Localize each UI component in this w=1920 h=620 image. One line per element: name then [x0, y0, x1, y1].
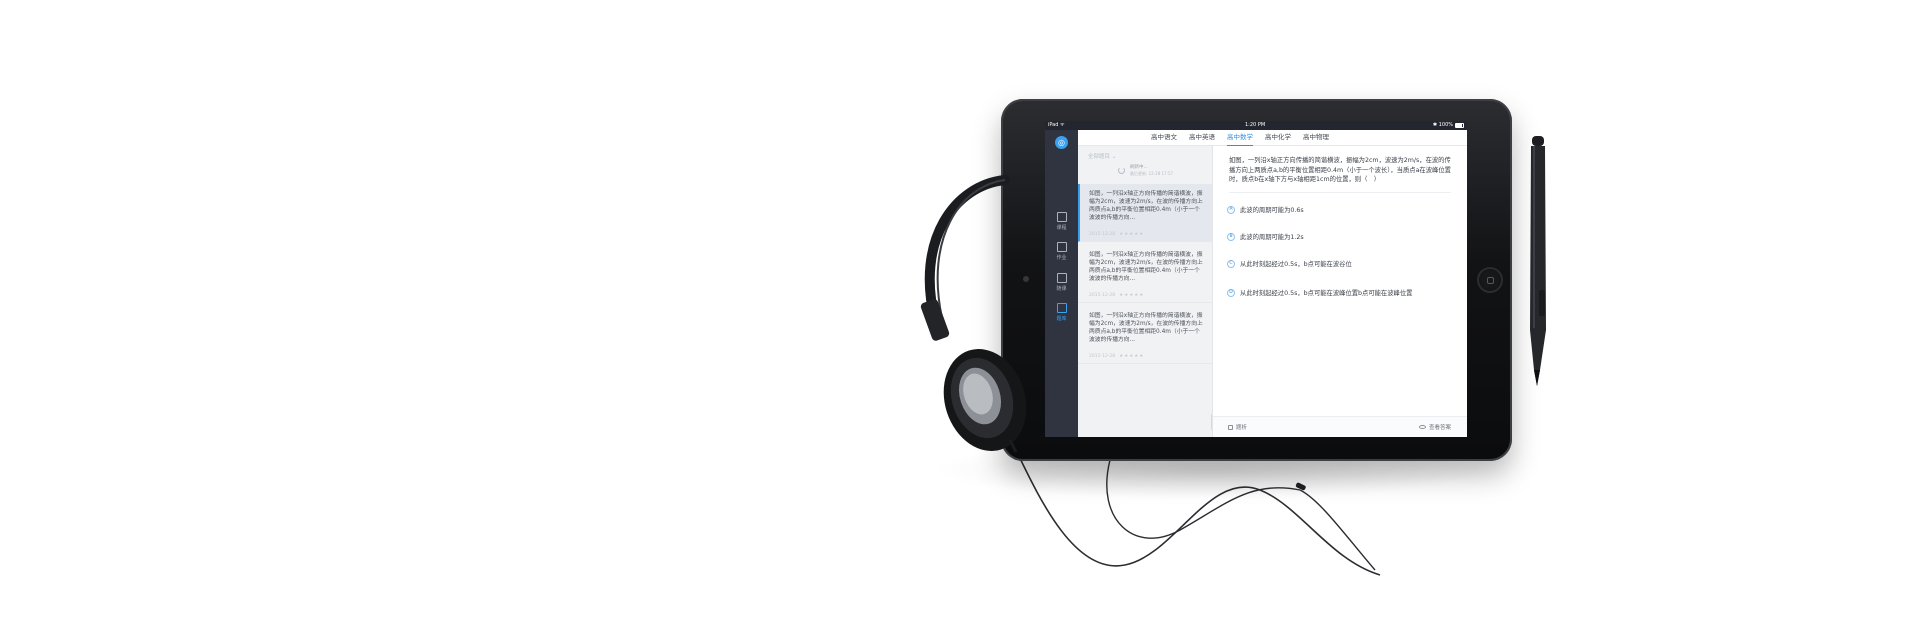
tab-english[interactable]: 高中英语: [1189, 130, 1215, 146]
question-meta: 2015-12-28 ★★★★★: [1089, 293, 1203, 298]
option-text: 此波的周期可能为1.2s: [1240, 234, 1304, 241]
question-preview: 如图，一列沿x轴正方向传播的简谐横波，振幅为2cm，波速为2m/s，在波的传播方…: [1089, 313, 1203, 343]
product-scene: iPad ᯤ 1:20 PM ✱ 100% ◎ 课程 作业 随课 题库 高中语文…: [0, 0, 1920, 620]
nav-item-class[interactable]: 随课: [1045, 273, 1078, 303]
sidebar-nav: ◎ 课程 作业 随课 题库: [1045, 130, 1078, 437]
option-letter: C: [1227, 260, 1235, 268]
home-square-icon: [1487, 277, 1494, 284]
last-updated-text: 最后更新: 12-28 17:57: [1130, 171, 1174, 176]
option-letter: A: [1227, 206, 1235, 214]
class-icon: [1056, 273, 1067, 283]
refresh-indicator: 刷新中... 最后更新: 12-28 17:57: [1118, 164, 1198, 180]
nav-item-homework[interactable]: 作业: [1045, 242, 1078, 272]
nav-item-label: 课程: [1056, 225, 1067, 231]
question-preview: 如图，一列沿x轴正方向传播的简谐横波，振幅为2cm，波速为2m/s，在波的传播方…: [1089, 191, 1203, 221]
refresh-text: 刷新中...: [1130, 165, 1148, 170]
option-letter: B: [1227, 233, 1235, 241]
list-item[interactable]: 如图，一列沿x轴正方向传播的简谐横波，振幅为2cm，波速为2m/s，在波的传播方…: [1078, 184, 1212, 242]
list-item[interactable]: 如图，一列沿x轴正方向传播的简谐横波，振幅为2cm，波速为2m/s，在波的传播方…: [1078, 245, 1212, 303]
option-text: 从此时刻起经过0.5s，b点可能在波峰位置b点可能在波峰位置: [1240, 290, 1413, 297]
question-meta: 2015-12-28 ★★★★★: [1089, 354, 1203, 359]
nav-item-question-bank[interactable]: 题库: [1045, 303, 1078, 333]
stylus-pen: [1530, 136, 1546, 386]
view-answer-label: 查看答案: [1428, 425, 1451, 431]
divider: [1229, 192, 1451, 193]
question-list: 全部题目 ⌄ 刷新中... 最后更新: 12-28 17:57 如图，一列沿x轴…: [1078, 146, 1213, 437]
question-bank-icon: [1056, 303, 1067, 313]
question-date: 2015-12-28: [1089, 232, 1116, 237]
document-icon: [1228, 425, 1233, 430]
tab-math[interactable]: 高中数学: [1227, 130, 1253, 146]
spinner-icon: [1118, 167, 1125, 174]
nav-item-label: 题库: [1056, 316, 1067, 322]
headphones-cable: [1014, 447, 1381, 576]
option-text: 从此时刻起经过0.5s，b点可能在波谷位: [1240, 261, 1352, 268]
status-battery: ✱ 100%: [1432, 122, 1453, 128]
tab-chemistry[interactable]: 高中化学: [1265, 130, 1291, 146]
difficulty-stars: ★★★★★: [1119, 293, 1145, 298]
homework-icon: [1056, 242, 1067, 252]
status-time: 1:20 PM: [1245, 122, 1266, 128]
globe-logo-icon[interactable]: ◎: [1055, 136, 1068, 149]
tab-physics[interactable]: 高中物理: [1303, 130, 1329, 146]
detail-footer: 题析 查看答案: [1213, 416, 1467, 437]
tablet-screen: iPad ᯤ 1:20 PM ✱ 100% ◎ 课程 作业 随课 题库 高中语文…: [1045, 121, 1467, 437]
view-answer-button[interactable]: 查看答案: [1418, 423, 1451, 431]
analysis-label: 题析: [1236, 425, 1248, 431]
question-detail: 如图，一列沿x轴正方向传播的简谐横波，振幅为2cm，波速为2m/s，在波的传播方…: [1213, 146, 1467, 437]
tab-chinese[interactable]: 高中语文: [1151, 130, 1177, 146]
question-filter-dropdown[interactable]: 全部题目 ⌄: [1088, 152, 1116, 160]
home-button[interactable]: [1477, 267, 1503, 293]
question-date: 2015-12-28: [1089, 354, 1116, 359]
eye-icon: [1418, 425, 1426, 429]
question-preview: 如图，一列沿x轴正方向传播的简谐横波，振幅为2cm，波速为2m/s，在波的传播方…: [1089, 252, 1203, 282]
list-item[interactable]: 如图，一列沿x轴正方向传播的简谐横波，振幅为2cm，波速为2m/s，在波的传播方…: [1078, 306, 1212, 364]
nav-item-label: 随课: [1056, 286, 1067, 292]
subject-tabs: 高中语文 高中英语 高中数学 高中化学 高中物理: [1078, 130, 1467, 146]
analysis-button[interactable]: 题析: [1228, 423, 1247, 431]
option-text: 此波的周期可能为0.6s: [1240, 207, 1304, 214]
difficulty-stars: ★★★★★: [1119, 354, 1145, 359]
question-meta: 2015-12-28 ★★★★★: [1089, 232, 1203, 237]
nav-item-label: 作业: [1056, 255, 1067, 261]
option-letter: D: [1227, 289, 1235, 297]
difficulty-stars: ★★★★★: [1119, 232, 1145, 237]
battery-icon: [1455, 123, 1464, 128]
status-carrier: iPad ᯤ: [1048, 122, 1065, 128]
question-date: 2015-12-28: [1089, 293, 1116, 298]
headphones: [920, 175, 1027, 453]
question-stem: 如图，一列沿x轴正方向传播的简谐横波，振幅为2cm，波速为2m/s，在波的传播方…: [1229, 157, 1451, 183]
calendar-icon: [1056, 212, 1067, 222]
nav-item-courses[interactable]: 课程: [1045, 212, 1078, 242]
camera-icon: [1023, 276, 1029, 282]
status-bar: iPad ᯤ 1:20 PM ✱ 100%: [1045, 121, 1467, 130]
